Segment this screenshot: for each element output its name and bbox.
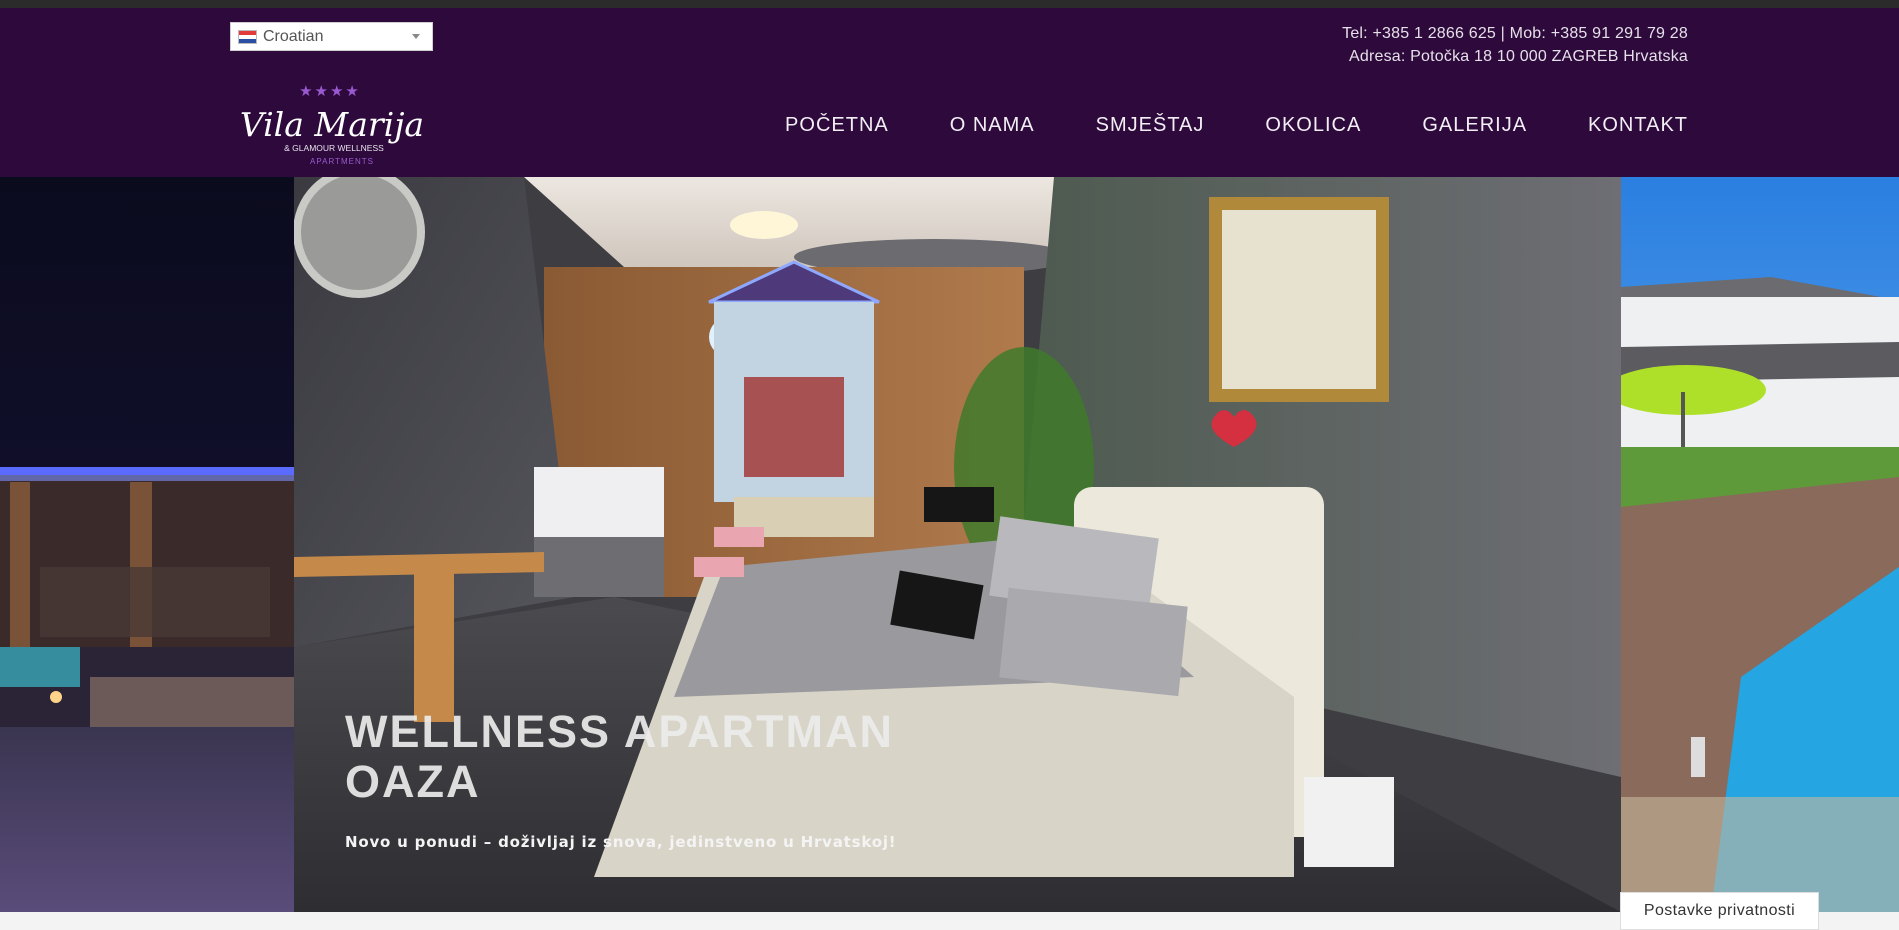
- browser-top-strip: [0, 0, 1899, 8]
- site-header: Croatian Tel: +385 1 2866 625 | Mob: +38…: [0, 8, 1899, 177]
- logo-line2: APARTMENTS: [310, 157, 374, 166]
- logo-stars: ★★★★: [299, 82, 361, 100]
- slide-subtitle: Novo u ponudi – doživljaj iz snova, jedi…: [345, 833, 897, 851]
- nav-o-nama[interactable]: O NAMA: [950, 114, 1035, 137]
- croatia-flag-icon: [238, 29, 257, 44]
- language-select[interactable]: Croatian: [230, 22, 433, 51]
- nav-kontakt[interactable]: KONTAKT: [1588, 114, 1688, 137]
- nav-okolica[interactable]: OKOLICA: [1265, 114, 1361, 137]
- hero-slider[interactable]: WELLNESS APARTMAN OAZA Novo u ponudi – d…: [0, 177, 1899, 912]
- nav-galerija[interactable]: GALERIJA: [1422, 114, 1527, 137]
- chevron-down-icon: [412, 34, 420, 39]
- main-nav: POČETNA O NAMA SMJEŠTAJ OKOLICA GALERIJA…: [724, 114, 1688, 137]
- slide-title: WELLNESS APARTMAN OAZA: [345, 706, 894, 807]
- slide-image-pool-night[interactable]: [0, 177, 294, 912]
- privacy-settings-button[interactable]: Postavke privatnosti: [1620, 892, 1819, 930]
- site-logo[interactable]: ★★★★ Vila Marija & GLAMOUR WELLNESS APAR…: [230, 80, 435, 175]
- contact-phones: Tel: +385 1 2866 625 | Mob: +385 91 291 …: [1342, 25, 1688, 42]
- contact-info: Tel: +385 1 2866 625 | Mob: +385 91 291 …: [1342, 22, 1688, 68]
- nav-pocetna[interactable]: POČETNA: [785, 114, 889, 137]
- slide-caption: WELLNESS APARTMAN OAZA Novo u ponudi – d…: [345, 706, 985, 852]
- contact-address: Adresa: Potočka 18 10 000 ZAGREB Hrvatsk…: [1348, 48, 1688, 65]
- language-label: Croatian: [263, 27, 324, 45]
- page-bottom-bar: [0, 912, 1899, 930]
- logo-line1: & GLAMOUR WELLNESS: [284, 143, 384, 153]
- slide-image-house-pool[interactable]: [1621, 177, 1899, 912]
- nav-smjestaj[interactable]: SMJEŠTAJ: [1096, 114, 1205, 137]
- logo-name: Vila Marija: [240, 105, 424, 144]
